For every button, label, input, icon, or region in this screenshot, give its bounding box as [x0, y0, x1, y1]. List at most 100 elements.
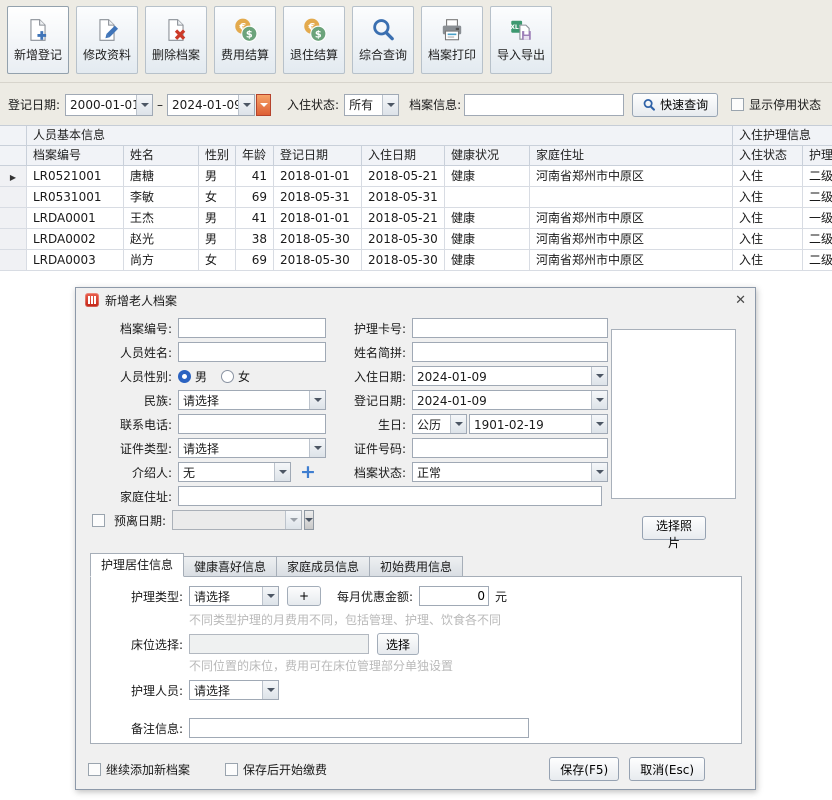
table-cell: 69 [236, 187, 274, 208]
chevron-down-icon[interactable] [309, 391, 325, 409]
toolbar-button-edit-record[interactable]: 修改资料 [76, 6, 138, 74]
table-row[interactable]: ▶ LR0521001 唐糖 男 41 2018-01-01 2018-05-2… [0, 166, 832, 187]
table-row[interactable]: LR0531001 李敏 女 69 2018-05-31 2018-05-31 … [0, 187, 832, 208]
chevron-down-icon[interactable] [591, 391, 607, 409]
col-header[interactable]: 登记日期 [274, 146, 362, 166]
bed-hint: 不同位置的床位，费用可在床位管理部分单独设置 [189, 657, 453, 674]
col-header[interactable]: 家庭住址 [530, 146, 733, 166]
discount-unit: 元 [495, 588, 507, 605]
name-input[interactable] [178, 342, 326, 362]
toolbar-button-checkout-settle[interactable]: € $ 退住结算 [283, 6, 345, 74]
chevron-down-icon[interactable] [591, 463, 607, 481]
chevron-down-icon[interactable] [274, 463, 290, 481]
tab-health-preference[interactable]: 健康喜好信息 [183, 556, 277, 577]
add-introducer-icon[interactable]: + [300, 463, 316, 481]
phone-input[interactable] [178, 414, 326, 434]
col-header[interactable]: 档案编号 [27, 146, 124, 166]
col-header[interactable]: 健康状况 [445, 146, 530, 166]
pay-after-save-checkbox[interactable] [225, 763, 238, 776]
chevron-down-icon[interactable] [262, 587, 278, 605]
nation-select[interactable]: 请选择 [178, 390, 326, 410]
table-cell: 男 [199, 229, 236, 250]
file-no-input[interactable] [178, 318, 326, 338]
care-type-select[interactable]: 请选择 [189, 586, 279, 606]
toolbar-button-fee-settle[interactable]: € $ 费用结算 [214, 6, 276, 74]
table-cell [530, 187, 733, 208]
leave-date-checkbox[interactable] [92, 514, 105, 527]
date-preset-button[interactable] [256, 94, 271, 116]
col-header[interactable]: 入住状态 [733, 146, 803, 166]
table-row[interactable]: LRDA0003 尚方 女 69 2018-05-30 2018-05-30 健… [0, 250, 832, 271]
gender-female-radio[interactable] [221, 370, 234, 383]
date-from-select[interactable]: 2000-01-01 [65, 94, 153, 116]
chevron-down-icon[interactable] [591, 415, 607, 433]
toolbar-label: 费用结算 [221, 46, 269, 63]
chevron-down-icon[interactable] [450, 415, 466, 433]
cancel-button[interactable]: 取消(Esc) [629, 757, 705, 781]
date-to-select[interactable]: 2024-01-09 [167, 94, 255, 116]
quick-query-button[interactable]: 快速查询 [632, 93, 718, 117]
chevron-down-icon[interactable] [262, 681, 278, 699]
leave-date-dropdown-button[interactable] [304, 510, 314, 530]
table-row[interactable]: LRDA0001 王杰 男 41 2018-01-01 2018-05-21 健… [0, 208, 832, 229]
status-select[interactable]: 所有 [344, 94, 399, 116]
choose-photo-button[interactable]: 选择照片 [642, 516, 706, 540]
col-header[interactable]: 年龄 [236, 146, 274, 166]
care-card-input[interactable] [412, 318, 608, 338]
discount-label: 每月优惠金额: [337, 588, 413, 605]
chevron-down-icon [285, 511, 301, 529]
toolbar-label: 综合查询 [359, 46, 407, 63]
chevron-down-icon[interactable] [238, 95, 254, 115]
save-button[interactable]: 保存(F5) [549, 757, 619, 781]
chevron-down-icon[interactable] [591, 367, 607, 385]
toolbar-button-print[interactable]: 档案打印 [421, 6, 483, 74]
gender-male-radio[interactable] [178, 370, 191, 383]
address-input[interactable] [178, 486, 602, 506]
introducer-select[interactable]: 无 [178, 462, 291, 482]
col-header[interactable]: 性别 [199, 146, 236, 166]
reg-date-select[interactable]: 2024-01-09 [412, 390, 608, 410]
chevron-down-icon[interactable] [382, 95, 398, 115]
remark-input[interactable] [189, 718, 529, 738]
pay-after-save-label: 保存后开始缴费 [243, 761, 327, 778]
table-cell: 41 [236, 166, 274, 187]
toolbar-label: 导入导出 [497, 46, 545, 63]
remark-label: 备注信息: [91, 720, 183, 737]
col-header[interactable]: 姓名 [124, 146, 199, 166]
id-type-select[interactable]: 请选择 [178, 438, 326, 458]
col-header[interactable]: 入住日期 [362, 146, 445, 166]
chevron-down-icon[interactable] [309, 439, 325, 457]
gender-male-label: 男 [195, 368, 207, 385]
birthday-date-select[interactable]: 1901-02-19 [469, 414, 608, 434]
id-no-input[interactable] [412, 438, 608, 458]
show-disabled-checkbox[interactable] [731, 98, 744, 111]
chevron-down-icon[interactable] [136, 95, 152, 115]
pinyin-input[interactable] [412, 342, 608, 362]
filter-bar: 登记日期: 2000-01-01 – 2024-01-09 入住状态: 所有 档… [0, 84, 832, 125]
toolbar-button-new-record[interactable]: 新增登记 [7, 6, 69, 74]
add-care-type-button[interactable]: + [287, 586, 321, 606]
table-row[interactable]: LRDA0002 赵光 男 38 2018-05-30 2018-05-30 健… [0, 229, 832, 250]
close-icon[interactable]: ✕ [735, 293, 746, 308]
toolbar-button-delete-record[interactable]: 删除档案 [145, 6, 207, 74]
toolbar-button-query[interactable]: 综合查询 [352, 6, 414, 74]
checkin-date-select[interactable]: 2024-01-09 [412, 366, 608, 386]
info-search-input[interactable] [464, 94, 624, 116]
dialog-titlebar[interactable]: 新增老人档案 ✕ [76, 288, 755, 312]
xls-export-icon: XLS [508, 17, 534, 43]
calendar-type-select[interactable]: 公历 [412, 414, 467, 434]
care-card-label: 护理卡号: [328, 320, 406, 337]
name-label: 人员姓名: [86, 344, 172, 361]
carer-select[interactable]: 请选择 [189, 680, 279, 700]
tab-family-members[interactable]: 家庭成员信息 [276, 556, 370, 577]
reg-date-label: 登记日期: [328, 392, 406, 409]
record-status-select[interactable]: 正常 [412, 462, 608, 482]
continue-add-checkbox[interactable] [88, 763, 101, 776]
tab-initial-fees[interactable]: 初始费用信息 [369, 556, 463, 577]
tab-care-residence[interactable]: 护理居住信息 [90, 553, 184, 577]
discount-input[interactable] [419, 586, 489, 606]
table-cell: 2018-05-21 [362, 208, 445, 229]
toolbar-button-import-export[interactable]: XLS 导入导出 [490, 6, 552, 74]
col-header[interactable]: 护理类型 [803, 146, 832, 166]
choose-bed-button[interactable]: 选择 [377, 633, 419, 655]
